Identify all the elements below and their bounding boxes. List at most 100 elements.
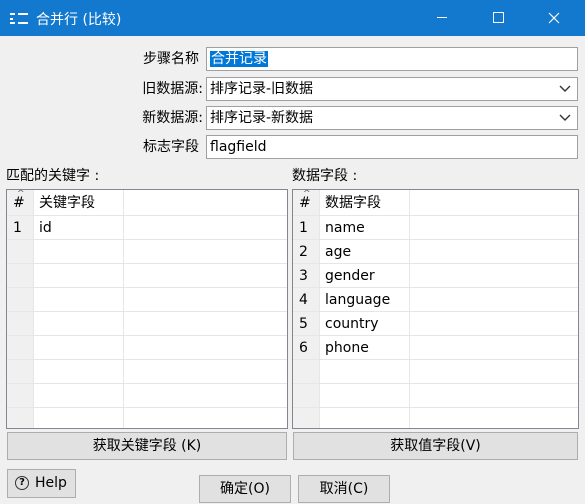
row-empty — [124, 240, 287, 264]
row-empty — [124, 312, 287, 336]
row-index: 1 — [7, 216, 34, 240]
table-row[interactable] — [7, 264, 287, 288]
app-icon — [10, 11, 28, 25]
cancel-button[interactable]: 取消(C) — [298, 475, 390, 503]
row-field[interactable] — [34, 240, 124, 264]
row-index — [7, 384, 34, 408]
table-row[interactable]: 4 language — [293, 288, 578, 312]
get-value-fields-button[interactable]: 获取值字段(V) — [293, 432, 578, 460]
row-field[interactable]: phone — [320, 336, 410, 360]
row-empty — [410, 336, 578, 360]
table-row[interactable] — [7, 312, 287, 336]
close-button[interactable] — [531, 0, 577, 36]
row-empty — [124, 288, 287, 312]
table-row[interactable]: 1 name — [293, 216, 578, 240]
row-field[interactable] — [34, 288, 124, 312]
row-field[interactable] — [320, 360, 410, 384]
row-index: 6 — [293, 336, 320, 360]
table-row[interactable] — [293, 408, 578, 428]
row-index — [7, 336, 34, 360]
table-row[interactable]: 6 phone — [293, 336, 578, 360]
chevron-down-icon — [559, 85, 571, 92]
get-key-fields-button[interactable]: 获取关键字段 (K) — [7, 432, 287, 460]
new-source-select[interactable]: 排序记录-新数据 — [206, 106, 578, 130]
table-row[interactable]: 3 gender — [293, 264, 578, 288]
keys-table[interactable]: ^ # 关键字段 1 id — [6, 189, 288, 429]
maximize-button[interactable] — [475, 0, 521, 36]
table-row[interactable] — [7, 288, 287, 312]
row-index: 1 — [293, 216, 320, 240]
step-name-input[interactable]: 合并记录 — [206, 47, 578, 71]
row-field[interactable] — [34, 360, 124, 384]
flag-field-value: flagfield — [210, 139, 267, 155]
new-source-label: 新数据源: — [142, 110, 203, 126]
table-row[interactable]: 1 id — [7, 216, 287, 240]
row-empty — [410, 240, 578, 264]
row-empty — [124, 336, 287, 360]
column-header-value-field[interactable]: 数据字段 — [320, 190, 410, 216]
row-field[interactable] — [320, 384, 410, 408]
title-bar[interactable]: 合并行 (比较) — [0, 0, 585, 36]
row-empty — [124, 264, 287, 288]
step-name-value: 合并记录 — [210, 51, 268, 67]
sort-caret-icon: ^ — [303, 189, 311, 199]
row-empty — [410, 408, 578, 428]
values-table[interactable]: ^ # 数据字段 1 name 2 age 3 gender 4 language 5 count… — [292, 189, 579, 429]
minimize-button[interactable] — [419, 0, 465, 36]
row-empty — [410, 312, 578, 336]
row-field[interactable] — [34, 408, 124, 428]
row-field[interactable]: id — [34, 216, 124, 240]
row-field[interactable] — [34, 336, 124, 360]
row-field[interactable]: name — [320, 216, 410, 240]
help-label: Help — [35, 475, 67, 491]
step-name-label: 步骤名称 — [143, 51, 199, 67]
column-header-index[interactable]: ^ # — [293, 190, 320, 216]
row-empty — [124, 384, 287, 408]
row-index — [7, 408, 34, 428]
chevron-down-icon — [559, 114, 571, 121]
row-field[interactable]: language — [320, 288, 410, 312]
row-field[interactable] — [34, 312, 124, 336]
table-row[interactable] — [7, 408, 287, 428]
close-icon — [548, 12, 560, 24]
row-index — [7, 312, 34, 336]
table-row[interactable]: 5 country — [293, 312, 578, 336]
row-field[interactable]: gender — [320, 264, 410, 288]
table-row[interactable] — [7, 384, 287, 408]
table-row[interactable] — [7, 240, 287, 264]
row-empty — [410, 216, 578, 240]
row-index — [293, 408, 320, 428]
row-empty — [410, 384, 578, 408]
row-empty — [124, 360, 287, 384]
row-index: 4 — [293, 288, 320, 312]
row-index — [7, 264, 34, 288]
table-row[interactable] — [293, 384, 578, 408]
table-row[interactable]: 2 age — [293, 240, 578, 264]
row-field[interactable]: country — [320, 312, 410, 336]
new-source-value: 排序记录-新数据 — [210, 110, 314, 126]
row-index — [7, 240, 34, 264]
row-index — [293, 384, 320, 408]
row-field[interactable] — [34, 264, 124, 288]
column-header-key-field[interactable]: 关键字段 — [34, 190, 124, 216]
row-field[interactable] — [320, 408, 410, 428]
old-source-select[interactable]: 排序记录-旧数据 — [206, 77, 578, 101]
minimize-icon — [437, 17, 447, 18]
row-index: 2 — [293, 240, 320, 264]
table-row[interactable] — [7, 360, 287, 384]
flag-field-input[interactable]: flagfield — [206, 135, 578, 159]
row-empty — [124, 408, 287, 428]
table-row[interactable] — [293, 360, 578, 384]
window-title: 合并行 (比较) — [36, 12, 122, 28]
sort-caret-icon: ^ — [17, 189, 25, 199]
row-field[interactable]: age — [320, 240, 410, 264]
row-field[interactable] — [34, 384, 124, 408]
row-index — [7, 360, 34, 384]
table-header: ^ # 数据字段 — [293, 190, 578, 216]
row-index: 5 — [293, 312, 320, 336]
help-button[interactable]: ? Help — [7, 469, 76, 498]
row-index: 3 — [293, 264, 320, 288]
table-row[interactable] — [7, 336, 287, 360]
ok-button[interactable]: 确定(O) — [199, 475, 291, 503]
column-header-index[interactable]: ^ # — [7, 190, 34, 216]
